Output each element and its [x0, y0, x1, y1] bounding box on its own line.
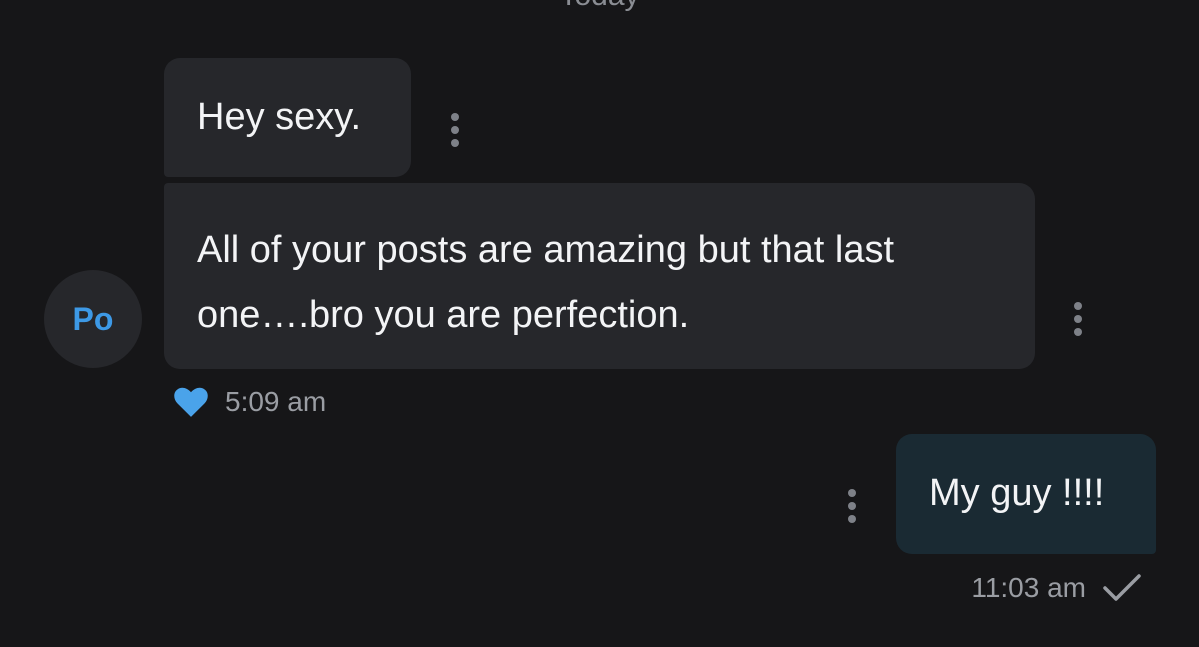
- message-text: Hey sexy.: [197, 96, 362, 138]
- date-separator: Today: [0, 0, 1199, 12]
- chat-thread: Today Hey sexy. Po All of your posts are…: [0, 0, 1199, 647]
- message-more-options-icon[interactable]: [1073, 302, 1083, 336]
- incoming-message-meta: 5:09 am: [174, 384, 326, 420]
- message-timestamp: 11:03 am: [971, 572, 1086, 603]
- incoming-message-bubble[interactable]: Hey sexy.: [164, 58, 411, 177]
- message-more-options-icon[interactable]: [450, 113, 460, 147]
- avatar[interactable]: Po: [44, 270, 142, 368]
- checkmark-icon: [1103, 574, 1141, 601]
- outgoing-message-meta: 11:03 am: [971, 569, 1142, 607]
- message-text: All of your posts are amazing but that l…: [197, 229, 895, 336]
- avatar-initials: Po: [72, 300, 114, 337]
- message-text: My guy !!!!: [929, 472, 1105, 514]
- incoming-message-bubble[interactable]: All of your posts are amazing but that l…: [164, 183, 1035, 369]
- heart-icon[interactable]: [174, 387, 208, 417]
- message-timestamp: 5:09 am: [225, 386, 327, 417]
- message-more-options-icon[interactable]: [847, 489, 857, 523]
- outgoing-message-bubble[interactable]: My guy !!!!: [896, 434, 1156, 554]
